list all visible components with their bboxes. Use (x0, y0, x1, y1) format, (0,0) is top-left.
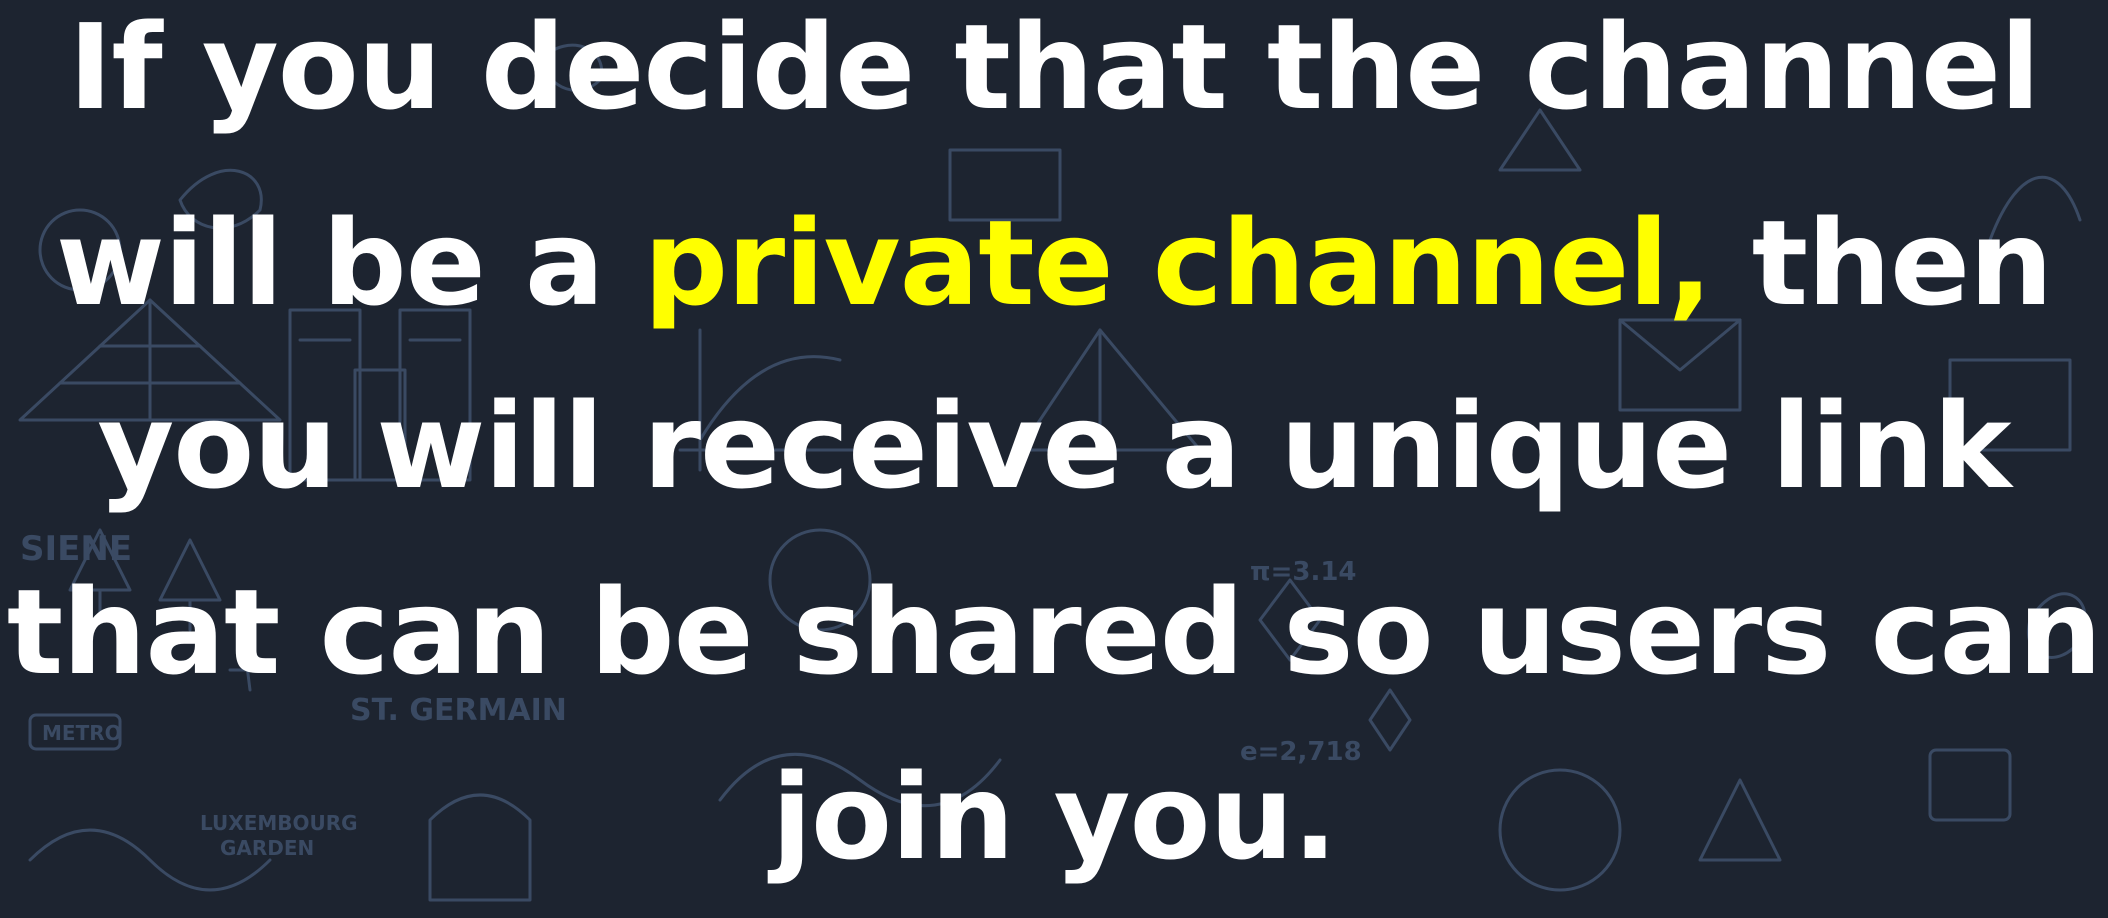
caption-line-2-before: will be a (55, 194, 644, 332)
caption-text: If you decide that the channel will be a… (0, 0, 2108, 918)
caption-line-1: If you decide that the channel (68, 0, 2041, 136)
highlight-private-channel: private channel, (643, 194, 1713, 332)
caption-line-2: will be a private channel, then (0, 188, 2108, 338)
caption-line-3: you will receive a unique link (97, 377, 2011, 515)
caption-line-5: join you. (771, 748, 1338, 886)
caption-line-2-after: then (1711, 194, 2053, 332)
caption-line-4: that can be shared so users can (6, 563, 2102, 701)
